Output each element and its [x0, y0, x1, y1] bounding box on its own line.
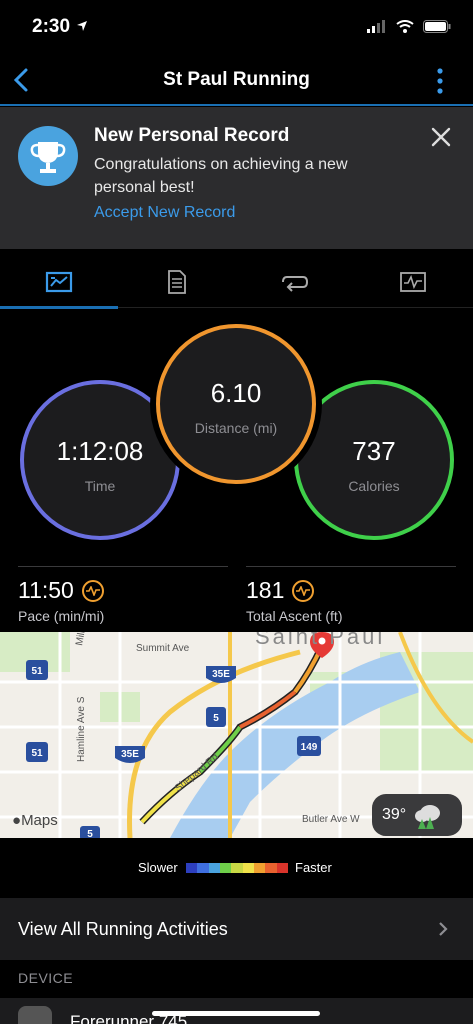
laps-icon [282, 276, 309, 292]
personal-record-banner: New Personal Record Congratulations on a… [0, 107, 473, 249]
pace-label: Pace (min/mi) [18, 608, 105, 624]
tab-stats[interactable] [0, 256, 118, 309]
stats-icon [45, 271, 73, 293]
distance-value: 6.10 [210, 378, 262, 408]
banner-text: Congratulations on achieving a new perso… [94, 156, 348, 196]
signal-icon [367, 20, 385, 33]
status-icons [367, 20, 451, 33]
shield-149: 149 [301, 742, 318, 753]
shield-51-bottom: 51 [31, 748, 43, 759]
wifi-icon [396, 20, 414, 33]
stats-row: 11:50 Pace (min/mi) 181 Total Ascent (ft… [0, 566, 473, 632]
shield-5-bottom: 5 [87, 829, 93, 838]
pace-chart-icon[interactable] [81, 579, 104, 602]
street-summit: Summit Ave [136, 643, 190, 654]
tab-active-indicator [0, 306, 118, 309]
pace-stat: 11:50 Pace (min/mi) [18, 566, 228, 624]
shield-35e-bottom: 35E [121, 749, 139, 760]
close-icon[interactable] [431, 127, 451, 147]
tab-laps[interactable] [236, 256, 354, 308]
summary-rings: 1:12:08 Time 737 Calories 6.10 Distance … [0, 320, 473, 560]
ascent-label: Total Ascent (ft) [246, 608, 343, 624]
pace-legend: Slower Faster [0, 838, 473, 898]
apple-icon: ● [12, 812, 22, 829]
street-butler: Butler Ave W [302, 814, 360, 825]
route-map[interactable]: 51 51 35E 35E 5 5 149 Summit Ave Hamline… [0, 632, 473, 838]
weather-badge: 39° [372, 794, 462, 836]
street-hamline: Hamline Ave S [76, 696, 87, 762]
ascent-stat: 181 Total Ascent (ft) [246, 566, 456, 624]
watch-icon [18, 1006, 52, 1024]
tab-details[interactable] [118, 256, 236, 308]
weather-temp: 39° [382, 806, 407, 823]
pace-value: 11:50 [18, 577, 74, 603]
shield-51-top: 51 [31, 666, 43, 677]
more-icon[interactable] [437, 68, 443, 94]
trophy-icon [18, 126, 78, 186]
status-bar: 2:30 [0, 0, 473, 56]
activity-tabs [0, 256, 473, 309]
status-time: 2:30 [32, 16, 71, 37]
distance-label: Distance (mi) [194, 420, 278, 436]
ascent-value: 181 [246, 577, 285, 603]
shield-35e-top: 35E [212, 669, 230, 680]
location-icon [77, 21, 87, 31]
nav-bar: St Paul Running [0, 56, 473, 106]
ascent-chart-icon[interactable] [292, 579, 315, 602]
calories-value: 737 [352, 436, 396, 466]
home-indicator[interactable] [152, 1011, 320, 1016]
calories-ring: 737 Calories [294, 380, 454, 540]
legend-gradient [186, 863, 288, 873]
chevron-right-icon [439, 922, 448, 936]
document-icon [168, 270, 186, 294]
banner-title: New Personal Record [94, 125, 290, 146]
battery-icon [423, 20, 451, 33]
calories-label: Calories [348, 478, 400, 494]
page-title: St Paul Running [163, 69, 310, 90]
cloud-icon [415, 805, 441, 829]
view-all-label: View All Running Activities [18, 919, 228, 939]
distance-ring: 6.10 Distance (mi) [156, 324, 316, 484]
time-label: Time [84, 478, 116, 494]
time-value: 1:12:08 [56, 436, 144, 466]
chart-icon [400, 272, 426, 292]
device-section-header: DEVICE [18, 970, 74, 986]
street-mill: Mill Rd [74, 632, 90, 647]
maps-attribution: ●Maps [12, 812, 58, 829]
legend-slower: Slower [138, 860, 178, 875]
legend-faster: Faster [295, 860, 332, 875]
tab-charts[interactable] [354, 256, 472, 308]
city-label: Saint Paul [255, 632, 385, 649]
shield-5-top: 5 [213, 713, 219, 724]
view-all-activities-row[interactable]: View All Running Activities [0, 898, 473, 960]
accept-record-link[interactable]: Accept New Record [94, 204, 235, 222]
